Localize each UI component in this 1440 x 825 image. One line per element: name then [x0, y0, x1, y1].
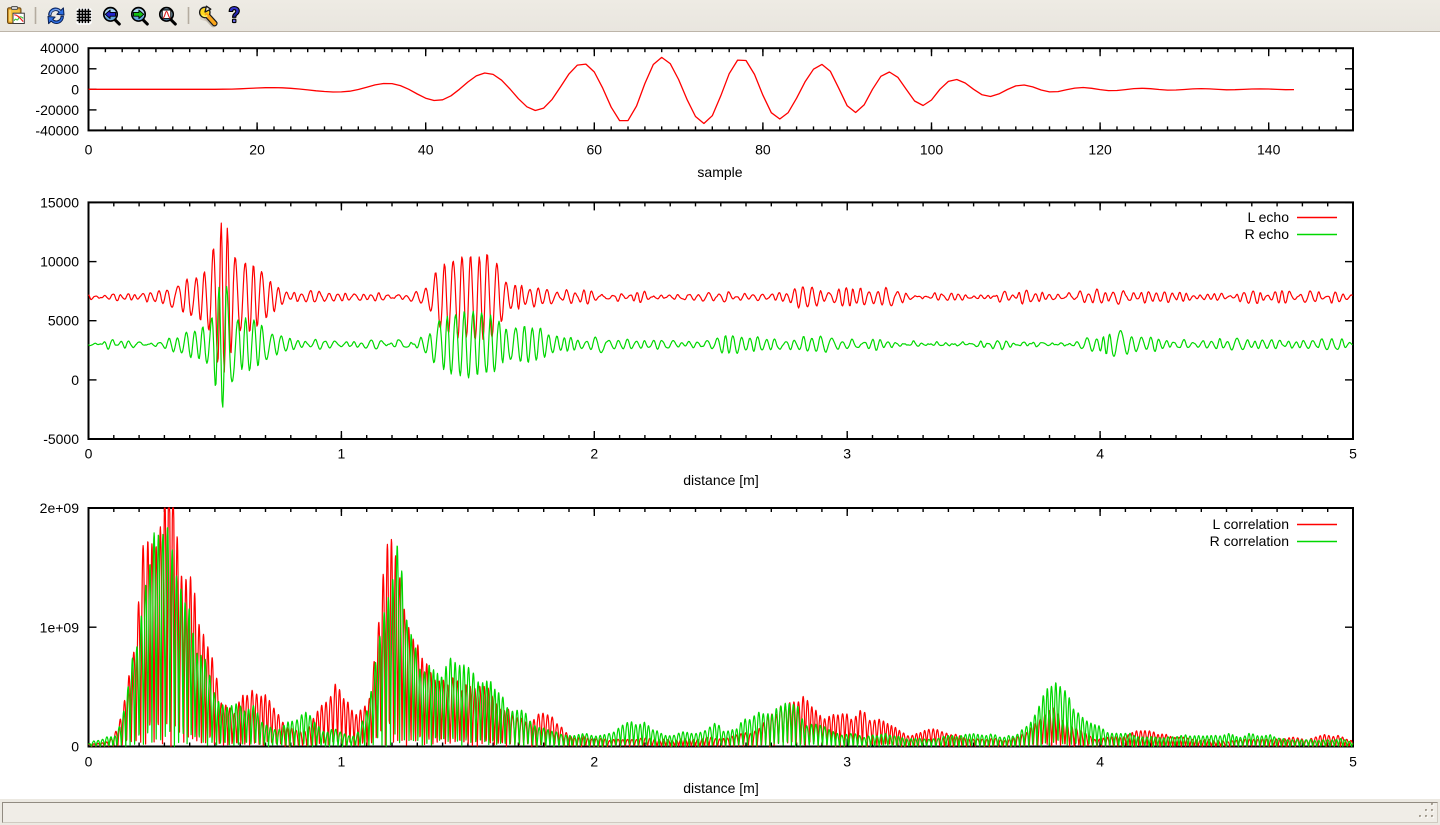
svg-text:1: 1	[338, 446, 346, 462]
svg-text:R echo: R echo	[1245, 226, 1290, 242]
svg-text:5: 5	[1349, 754, 1357, 770]
svg-text:3: 3	[843, 446, 851, 462]
svg-text:distance [m]: distance [m]	[683, 780, 758, 796]
svg-text:120: 120	[1088, 142, 1112, 158]
svg-text:2: 2	[590, 446, 598, 462]
svg-text:2: 2	[590, 754, 598, 770]
svg-text:5000: 5000	[48, 313, 79, 329]
svg-text:0: 0	[85, 142, 93, 158]
svg-text:20000: 20000	[40, 61, 79, 77]
svg-text:0: 0	[85, 754, 93, 770]
svg-text:1: 1	[338, 754, 346, 770]
svg-text:3: 3	[843, 754, 851, 770]
svg-text:0: 0	[71, 372, 79, 388]
svg-text:0: 0	[85, 446, 93, 462]
svg-text:2e+09: 2e+09	[40, 500, 80, 516]
svg-text:-5000: -5000	[43, 431, 79, 447]
svg-text:60: 60	[587, 142, 603, 158]
svg-text:100: 100	[920, 142, 944, 158]
svg-text:80: 80	[755, 142, 771, 158]
svg-text:sample: sample	[697, 164, 742, 180]
svg-text:distance [m]: distance [m]	[683, 472, 758, 488]
svg-text:-40000: -40000	[35, 122, 79, 138]
svg-text:4: 4	[1096, 446, 1104, 462]
svg-text:10000: 10000	[40, 254, 79, 270]
svg-text:20: 20	[249, 142, 265, 158]
svg-text:4: 4	[1096, 754, 1104, 770]
svg-text:40000: 40000	[40, 40, 79, 56]
svg-text:L echo: L echo	[1247, 209, 1289, 225]
svg-text:0: 0	[71, 739, 79, 755]
svg-text:15000: 15000	[40, 194, 79, 210]
svg-text:-20000: -20000	[35, 102, 79, 118]
svg-text:R correlation: R correlation	[1210, 533, 1289, 549]
svg-text:1e+09: 1e+09	[40, 619, 80, 635]
svg-text:140: 140	[1257, 142, 1281, 158]
svg-text:40: 40	[418, 142, 434, 158]
svg-text:L correlation: L correlation	[1212, 516, 1289, 532]
svg-text:0: 0	[71, 81, 79, 97]
svg-text:5: 5	[1349, 446, 1357, 462]
